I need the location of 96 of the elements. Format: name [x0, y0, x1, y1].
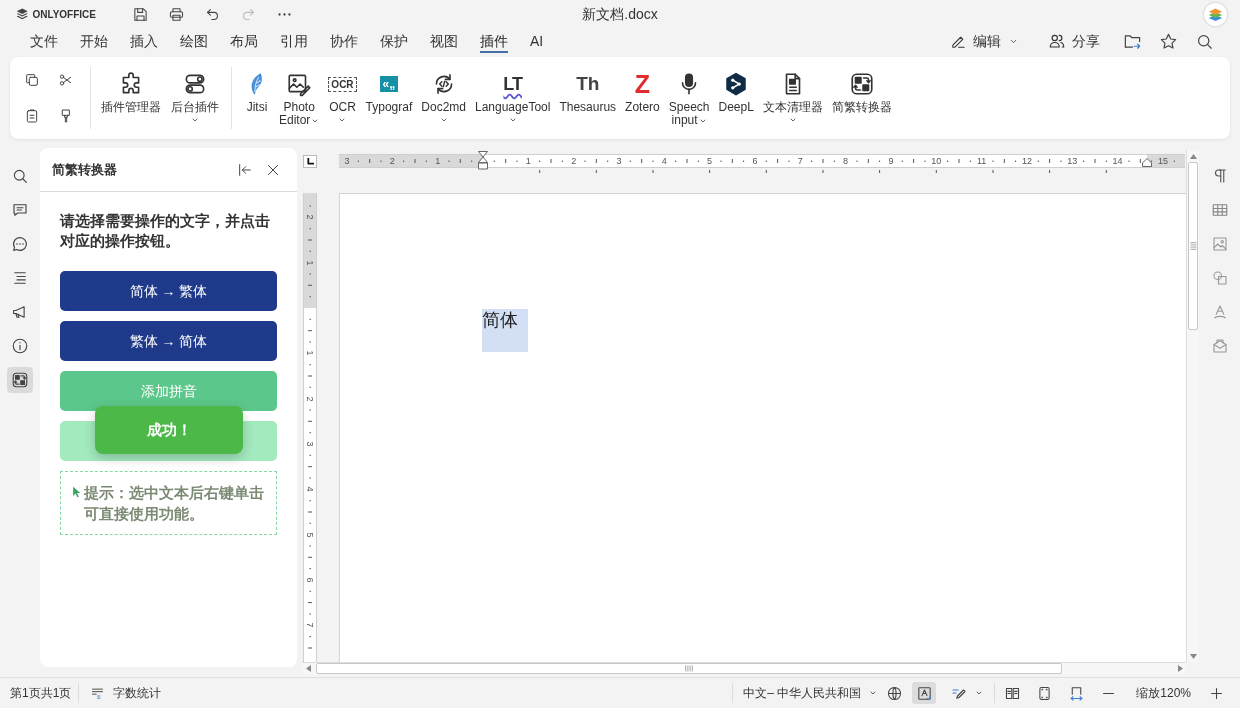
conversion-arrows-icon[interactable] — [848, 71, 875, 97]
zoom-level: 缩放120% — [1136, 685, 1191, 702]
language-button[interactable]: 中文– 中华人民共和国 — [743, 684, 878, 702]
menu-tab[interactable]: 插入 — [130, 30, 158, 53]
clipboard-icon[interactable] — [24, 108, 40, 124]
menu-tab[interactable]: 开始 — [80, 30, 108, 53]
ruler-number: 6 — [304, 576, 316, 585]
scissors-icon[interactable] — [58, 72, 74, 88]
plugin-button[interactable]: «„ Typograf — [365, 70, 413, 114]
ruler-number: 10 — [930, 155, 943, 167]
layers-logo-icon — [16, 7, 29, 21]
menu-tab[interactable]: 引用 — [280, 30, 308, 53]
ruler-number: 3 — [615, 155, 623, 167]
word-count-button[interactable]: 字数统计 — [90, 684, 162, 702]
ruler-number: 15 — [1156, 155, 1169, 167]
plugin-button[interactable]: LT LanguageTool — [475, 70, 551, 126]
ruler-number: 1 — [524, 155, 532, 167]
plugin-button[interactable]: Speech input — [668, 70, 710, 127]
hint-text: 提示：选中文本后右键单击可直接使用功能。 — [84, 483, 265, 524]
menu-tab[interactable]: 视图 — [430, 30, 458, 53]
ruler-number: 2 — [304, 395, 316, 404]
ruler-number: 2 — [388, 155, 396, 167]
edit-mode-button[interactable]: 编辑 — [950, 29, 1018, 53]
plugin-button[interactable]: OCR OCR — [328, 70, 357, 126]
word-count-icon[interactable] — [90, 685, 106, 701]
caret-icon[interactable] — [788, 116, 797, 124]
plugin-button[interactable]: Photo Editor — [279, 70, 320, 127]
ruler-number: 5 — [706, 155, 714, 167]
lettermark-logo: LT — [503, 74, 522, 94]
ruler-number: 9 — [887, 155, 895, 167]
indent-marker-icon[interactable] — [478, 151, 488, 170]
ruler-number: 1 — [304, 349, 316, 358]
plugin-button[interactable]: 插件管理器 — [101, 70, 161, 114]
cursor-icon — [71, 485, 81, 499]
success-toast: 成功！ — [95, 406, 243, 454]
menu-tab[interactable]: 协作 — [330, 30, 358, 53]
ruler-number: 7 — [796, 155, 804, 167]
ruler-number: 1 — [304, 259, 316, 268]
ruler-number: 2 — [304, 213, 316, 222]
document-title: 新文档.docx — [582, 4, 658, 24]
ruler-number: 2 — [570, 155, 578, 167]
lettermark-logo: Th — [576, 73, 600, 95]
ruler-number: 4 — [660, 155, 668, 167]
save-icon[interactable] — [131, 5, 149, 23]
menu-tab[interactable]: 保护 — [380, 30, 408, 53]
layers-logo-icon[interactable] — [1204, 2, 1227, 26]
document-text: 简体 — [482, 309, 528, 352]
plugin-button[interactable]: Jitsi — [244, 70, 270, 114]
plugin-button[interactable]: 简繁转换器 — [831, 70, 892, 114]
instruction-text: 请选择需要操作的文字，并点击对应的操作按钮。 — [60, 211, 271, 251]
plugin-button[interactable]: 后台插件 — [171, 70, 219, 126]
ruler-number: 3 — [304, 440, 316, 449]
grip-icon — [1189, 241, 1197, 251]
ruler-number: 14 — [1111, 155, 1124, 167]
lettermark-logo: Z — [634, 71, 651, 97]
users-icon[interactable] — [1048, 32, 1066, 50]
ruler-number: 4 — [304, 485, 316, 494]
plugin-button[interactable]: DeepL — [718, 70, 754, 114]
caret-icon[interactable] — [975, 689, 984, 697]
menu-tab[interactable]: 布局 — [230, 30, 258, 53]
ruler-number: 7 — [304, 621, 316, 630]
caret-icon[interactable] — [439, 116, 448, 124]
ruler-number: 13 — [1066, 155, 1079, 167]
caret-icon[interactable] — [338, 116, 347, 124]
ruler-number: 8 — [842, 155, 850, 167]
caret-icon[interactable] — [869, 689, 878, 697]
menu-tab[interactable]: 插件 — [480, 30, 508, 53]
ruler-number: 1 — [434, 155, 442, 167]
grip-icon — [684, 665, 694, 672]
panel-title: 简繁转换器 — [52, 160, 117, 179]
page-indicator: 第1页共1页 — [10, 685, 72, 702]
plugin-button[interactable]: Doc2md — [421, 70, 466, 126]
lettermark-logo: «„ — [379, 76, 399, 92]
ruler-number: 6 — [751, 155, 759, 167]
plugin-button[interactable]: Z Zotero — [625, 70, 660, 114]
menu-tab[interactable]: 绘图 — [180, 30, 208, 53]
lettermark-logo: OCR — [328, 76, 357, 92]
action-button[interactable]: 简体 → 繁体 — [60, 271, 277, 311]
ruler-number: 3 — [343, 155, 351, 167]
action-button[interactable]: 繁体 → 简体 — [60, 321, 277, 361]
scrollbar-thumb[interactable] — [316, 663, 1062, 674]
ruler-number: 11 — [975, 155, 988, 167]
right-indent-marker-icon[interactable] — [1142, 158, 1152, 167]
menu-tab[interactable]: 文件 — [30, 30, 58, 53]
menu-tab[interactable]: AI — [530, 30, 544, 53]
plugin-button[interactable]: 文本清理器 — [762, 70, 823, 126]
printer-icon[interactable] — [167, 5, 185, 23]
share-button[interactable]: 分享 — [1048, 29, 1100, 53]
plugin-button[interactable]: Th Thesaurus — [559, 70, 617, 114]
ruler-number: 12 — [1021, 155, 1033, 167]
scrollbar-thumb[interactable] — [1188, 162, 1198, 330]
app-logo-text: ONLYOFFICE — [32, 7, 96, 22]
copy-icon[interactable] — [24, 72, 40, 88]
caret-icon[interactable] — [508, 116, 517, 124]
caret-icon[interactable] — [191, 116, 199, 124]
ruler-number: 5 — [304, 531, 316, 540]
